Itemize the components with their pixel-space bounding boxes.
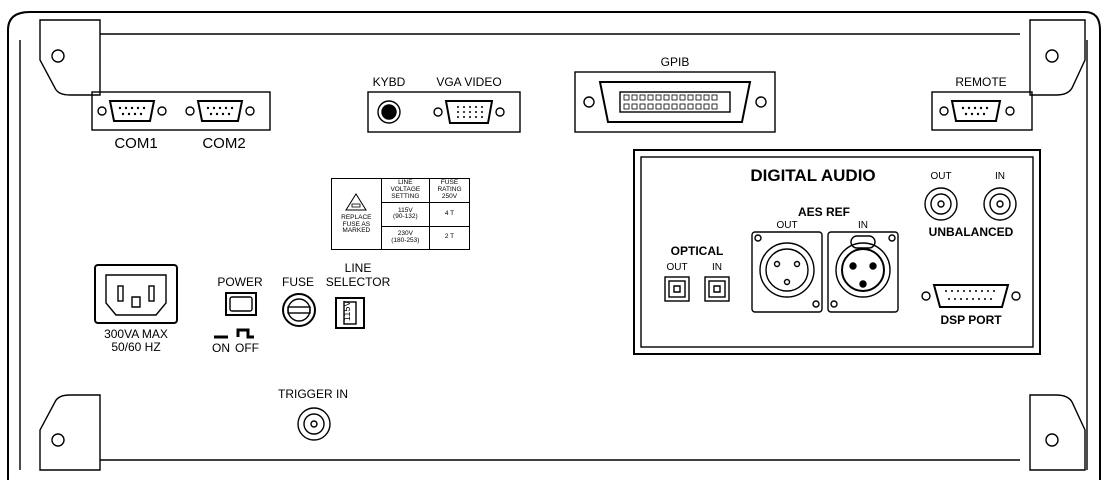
com1-label: COM1 — [114, 135, 158, 152]
col-rating-header: FUSE RATING 250V — [429, 177, 470, 204]
optical-out-label: OUT — [666, 262, 688, 273]
line-selector-label-2: SELECTOR — [325, 275, 391, 289]
fuse-label: FUSE — [281, 275, 315, 289]
replace-text-3: MARKED — [342, 227, 371, 235]
fuse-rating-table: REPLACE FUSE AS MARKED LINE VOLTAGE SETT… — [331, 177, 470, 251]
aes-in-label: IN — [858, 220, 868, 231]
power-rating-1: 300VA MAX — [104, 327, 168, 341]
vga-video-label: VGA VIDEO — [436, 75, 502, 89]
power-rating-2: 50/60 HZ — [111, 340, 161, 354]
line-selector-label-1: LINE — [344, 261, 372, 275]
replace-fuse-cell: REPLACE FUSE AS MARKED — [331, 178, 382, 250]
corner-bracket-tr — [1029, 19, 1086, 96]
row2-voltage: 230V (180-253) — [380, 225, 431, 251]
digital-audio-title: DIGITAL AUDIO — [750, 166, 876, 185]
unbalanced-in-bnc — [983, 187, 1017, 221]
optical-in-label: IN — [712, 262, 722, 273]
optical-label: OPTICAL — [670, 244, 724, 258]
dsp-port — [921, 284, 1021, 308]
aes-out-label: OUT — [776, 220, 798, 231]
optical-connectors — [664, 276, 730, 302]
dsp-port-label: DSP PORT — [940, 313, 1002, 327]
unbalanced-out-label: OUT — [930, 171, 952, 182]
trigger-in-bnc — [297, 407, 331, 441]
row1-voltage: 115V (90-132) — [380, 202, 431, 227]
aes-in-xlr — [827, 231, 899, 313]
kybd-vga-plate — [367, 91, 521, 133]
unbalanced-in-label: IN — [995, 171, 1005, 182]
on-label: ON — [212, 341, 230, 355]
fuse-holder — [282, 293, 316, 327]
col-voltage-header: LINE VOLTAGE SETTING — [380, 177, 431, 204]
remote-plate — [931, 91, 1033, 131]
line-selector-value: 115V — [342, 300, 352, 321]
corner-bracket-tl — [39, 19, 101, 96]
kybd-label: KYBD — [372, 75, 406, 89]
gpib-plate — [574, 71, 776, 133]
power-label: POWER — [217, 275, 263, 289]
panel-outline — [7, 11, 1101, 480]
unbalanced-label: UNBALANCED — [928, 225, 1014, 239]
rear-panel-drawing — [7, 11, 1101, 480]
unbalanced-out-bnc — [924, 187, 958, 221]
corner-bracket-bl — [39, 394, 101, 471]
trigger-in-label: TRIGGER IN — [277, 387, 349, 401]
off-label: OFF — [235, 341, 259, 355]
com2-label: COM2 — [202, 135, 246, 152]
gpib-label: GPIB — [660, 55, 690, 69]
aes-ref-label: AES REF — [797, 205, 851, 219]
warning-triangle-icon — [345, 192, 368, 211]
row1-rating: 4 T — [429, 202, 470, 227]
power-inlet — [94, 264, 178, 324]
com-ports-plate — [91, 91, 271, 131]
aes-out-xlr — [751, 231, 823, 313]
power-switch — [214, 292, 257, 339]
row2-rating: 2 T — [429, 225, 470, 251]
remote-label: REMOTE — [955, 75, 1007, 89]
corner-bracket-br — [1029, 394, 1086, 471]
